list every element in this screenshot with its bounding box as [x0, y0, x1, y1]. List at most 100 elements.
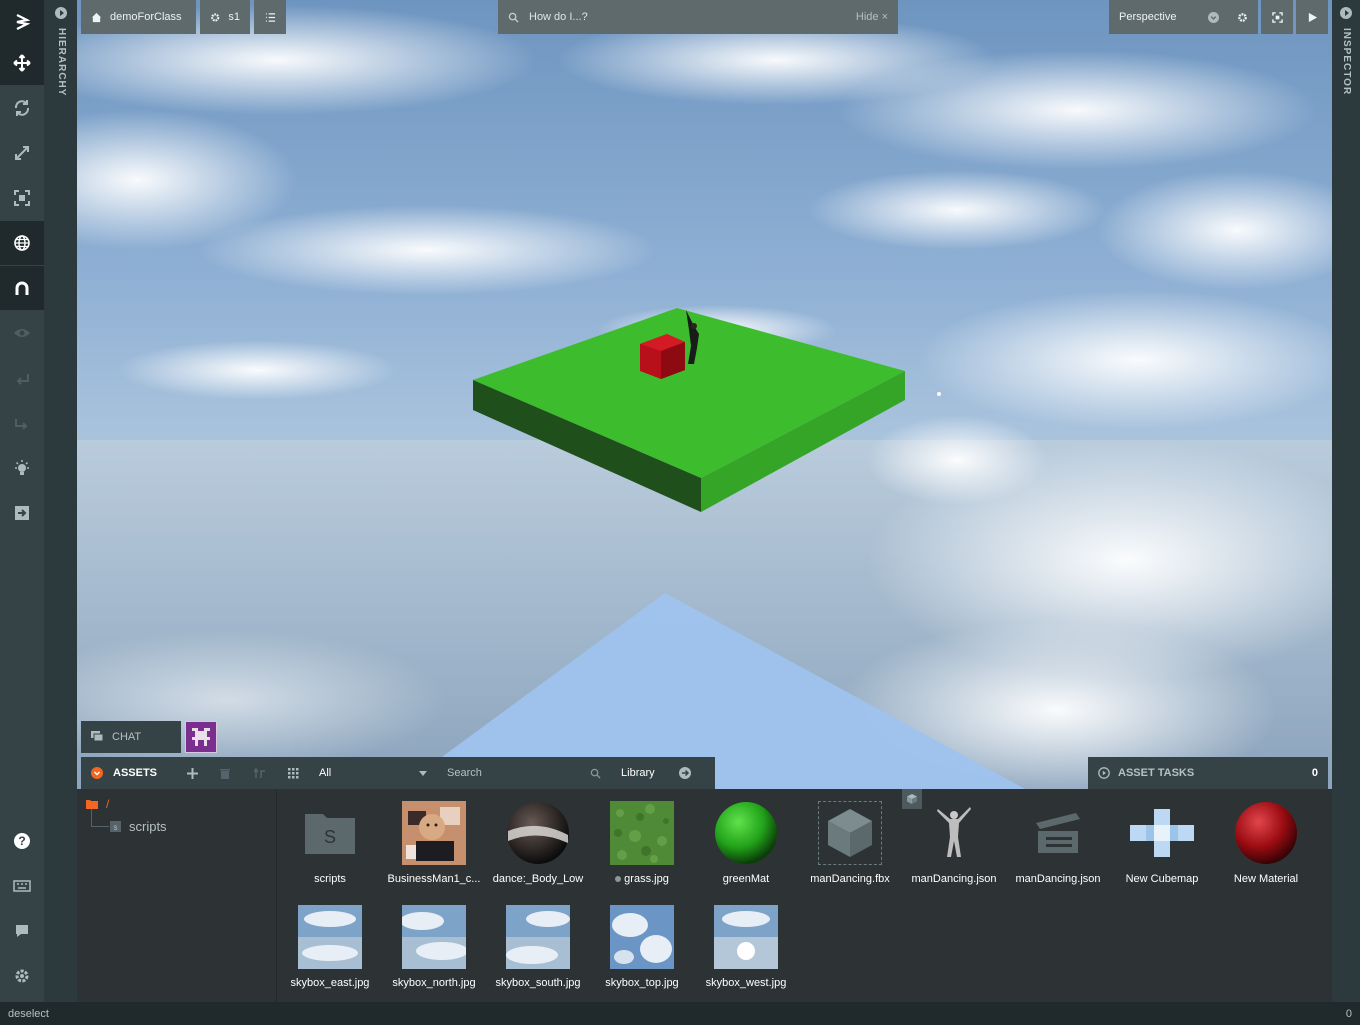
asset-item[interactable]: skybox_top.jpg: [590, 893, 694, 997]
asset-name: manDancing.fbx: [810, 873, 890, 885]
inspector-panel-collapsed[interactable]: INSPECTOR: [1332, 0, 1360, 1002]
asset-name: skybox_north.jpg: [392, 977, 476, 989]
asset-item[interactable]: dance:_Body_Low: [486, 789, 590, 893]
asset-name: skybox_west.jpg: [705, 977, 787, 989]
help-search-input[interactable]: [529, 11, 846, 23]
asset-tasks-label: ASSET TASKS: [1118, 767, 1195, 779]
chevron-down-icon: [1208, 11, 1219, 23]
help-icon[interactable]: ?: [0, 819, 44, 863]
scale-icon[interactable]: [0, 131, 44, 175]
publish-icon[interactable]: [0, 491, 44, 535]
playcanvas-logo-icon[interactable]: [0, 0, 44, 44]
user-avatar[interactable]: [185, 721, 217, 753]
asset-name: BusinessMan1_c...: [387, 873, 481, 885]
asset-item[interactable]: New Cubemap: [1110, 789, 1214, 893]
viewport-settings-button[interactable]: [1226, 0, 1258, 34]
world-icon[interactable]: [0, 221, 44, 265]
sky-texture-icon: [714, 905, 778, 969]
resize-icon[interactable]: [0, 176, 44, 220]
home-icon: [91, 12, 102, 22]
asset-tasks-count: 0: [1311, 767, 1318, 779]
status-dot: [615, 876, 622, 882]
scene-settings-button[interactable]: s1: [200, 0, 250, 34]
asset-search-field[interactable]: Search: [437, 767, 611, 779]
asset-item[interactable]: skybox_east.jpg: [278, 893, 382, 997]
expand-inspector-icon[interactable]: [1340, 7, 1352, 19]
scene-list-button[interactable]: [254, 0, 286, 34]
chevron-down-icon: [419, 770, 428, 776]
library-button[interactable]: Library: [611, 767, 692, 779]
assets-panel: / s scripts S scripts BusinessMan1_c... …: [77, 789, 1332, 1002]
gear-icon: [211, 12, 220, 22]
keyboard-icon[interactable]: [0, 864, 44, 908]
rotate-icon[interactable]: [0, 86, 44, 130]
animation-icon: [1026, 801, 1090, 865]
figure-icon: [922, 801, 986, 865]
asset-item[interactable]: manDancing.fbx: [798, 789, 902, 893]
tree-item-scripts[interactable]: s scripts: [110, 819, 167, 834]
asset-type-filter[interactable]: All: [319, 767, 428, 779]
add-asset-icon[interactable]: [187, 767, 199, 779]
left-toolbar: ?: [0, 0, 44, 1002]
asset-name: manDancing.json: [911, 873, 997, 885]
status-message: deselect: [8, 1007, 49, 1020]
avatar-icon: [192, 728, 210, 746]
upload-icon[interactable]: [254, 767, 266, 779]
fullscreen-button[interactable]: [1261, 0, 1293, 34]
settings-icon[interactable]: [0, 954, 44, 998]
asset-name: grass.jpg: [615, 873, 669, 885]
asset-item[interactable]: S scripts: [278, 789, 382, 893]
scene-viewport[interactable]: demoForClass s1 Hide × Perspective: [77, 0, 1332, 790]
asset-item[interactable]: skybox_west.jpg: [694, 893, 798, 997]
camera-select[interactable]: Perspective: [1109, 0, 1229, 34]
expand-hierarchy-icon[interactable]: [55, 7, 67, 19]
grid-view-icon[interactable]: [288, 767, 299, 779]
script-folder-icon: s: [110, 821, 121, 832]
undo-icon[interactable]: [0, 356, 44, 400]
assets-panel-header: ASSETS All Search Library: [81, 757, 715, 789]
asset-name: New Material: [1233, 873, 1299, 885]
folder-icon: S: [298, 801, 362, 865]
scene-render[interactable]: [77, 0, 1332, 790]
asset-item[interactable]: grass.jpg: [590, 789, 694, 893]
hide-search-button[interactable]: Hide ×: [856, 11, 888, 23]
asset-grid: S scripts BusinessMan1_c... dance:_Body_…: [277, 789, 1332, 1002]
svg-text:?: ?: [18, 834, 25, 848]
asset-item[interactable]: skybox_north.jpg: [382, 893, 486, 997]
arrow-right-icon: [679, 767, 692, 779]
asset-name: dance:_Body_Low: [492, 873, 584, 885]
sky-texture-icon: [402, 905, 466, 969]
asset-item[interactable]: New Material: [1214, 789, 1318, 893]
launch-button[interactable]: [1296, 0, 1328, 34]
tree-connector: [91, 809, 109, 827]
magnet-icon[interactable]: [0, 266, 44, 310]
asset-item[interactable]: BusinessMan1_c...: [382, 789, 486, 893]
asset-item[interactable]: manDancing.json: [902, 789, 1006, 893]
asset-item[interactable]: skybox_south.jpg: [486, 893, 590, 997]
lightbulb-icon[interactable]: [0, 446, 44, 490]
hierarchy-panel-collapsed[interactable]: HIERARCHY: [44, 0, 77, 1002]
asset-name: skybox_south.jpg: [495, 977, 581, 989]
asset-item[interactable]: greenMat: [694, 789, 798, 893]
asset-tasks-panel[interactable]: ASSET TASKS 0: [1088, 757, 1328, 789]
project-button[interactable]: demoForClass: [81, 0, 196, 34]
eye-icon[interactable]: [0, 311, 44, 355]
sky-texture-icon: [506, 905, 570, 969]
delete-asset-icon[interactable]: [220, 768, 231, 779]
grass-texture-icon: [610, 801, 674, 865]
asset-name: manDancing.json: [1015, 873, 1101, 885]
asset-name: New Cubemap: [1125, 873, 1199, 885]
play-circle-icon: [1098, 767, 1110, 779]
material-sphere-icon: [506, 801, 570, 865]
material-sphere-icon: [714, 801, 778, 865]
fullscreen-icon: [1271, 11, 1283, 23]
chat-icon[interactable]: [0, 909, 44, 953]
library-label: Library: [621, 767, 655, 779]
redo-icon[interactable]: [0, 401, 44, 445]
asset-item[interactable]: manDancing.json: [1006, 789, 1110, 893]
svg-text:s: s: [114, 823, 118, 832]
translate-icon[interactable]: [0, 41, 44, 85]
collapse-assets-icon[interactable]: [91, 767, 103, 779]
asset-folder-tree: / s scripts: [77, 789, 277, 1002]
chat-button[interactable]: CHAT: [81, 721, 181, 753]
